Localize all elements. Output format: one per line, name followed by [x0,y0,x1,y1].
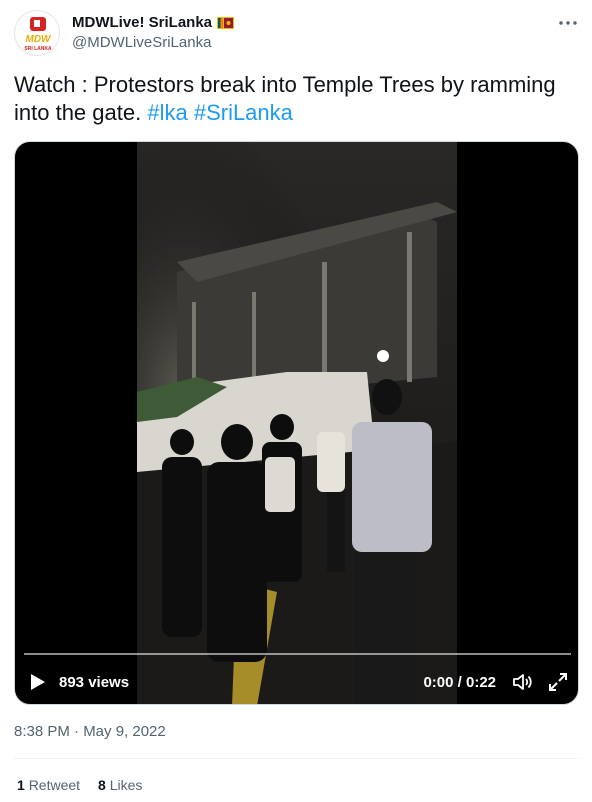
sri-lanka-flag-icon [217,16,235,29]
volume-icon[interactable] [512,672,534,692]
video-controls: 893 views 0:00 / 0:22 [15,667,578,697]
avatar[interactable]: MDW SRI LANKA [14,10,60,56]
mdw-logo-icon: MDW SRI LANKA [16,12,59,55]
more-options-icon[interactable] [556,12,580,34]
video-progress-bar[interactable] [24,653,571,655]
retweets-count: 1 [17,777,25,793]
retweets-label: Retweet [28,777,81,793]
tweet-stats: 1 Retweet 8 Likes [17,777,142,793]
svg-text:SRI LANKA: SRI LANKA [24,46,52,52]
tweet-header: MDW SRI LANKA MDWLive! SriLanka @MDWLive… [14,10,580,56]
hashtag-srilanka[interactable]: #SriLanka [194,100,293,125]
display-name[interactable]: MDWLive! SriLanka [72,14,212,31]
hashtag-lka[interactable]: #lka [147,100,187,125]
retweets-stat[interactable]: 1 Retweet [17,777,80,793]
fullscreen-icon[interactable] [548,672,568,692]
tweet-timestamp[interactable]: 8:38 PM · May 9, 2022 [14,723,166,740]
likes-label: Likes [109,777,143,793]
handle[interactable]: @MDWLiveSriLanka [72,34,211,51]
tweet-text: Watch : Protestors break into Temple Tre… [14,71,582,127]
divider [14,758,580,759]
view-count: 893 views [59,674,130,691]
svg-text:MDW: MDW [26,34,53,45]
likes-count: 8 [98,777,106,793]
likes-stat[interactable]: 8 Likes [98,777,142,793]
play-icon[interactable] [27,672,47,692]
video-frame[interactable] [137,142,457,705]
name-row: MDWLive! SriLanka [72,14,235,31]
video-time: 0:00 / 0:22 [423,674,496,691]
video-player[interactable]: 893 views 0:00 / 0:22 [14,141,579,705]
